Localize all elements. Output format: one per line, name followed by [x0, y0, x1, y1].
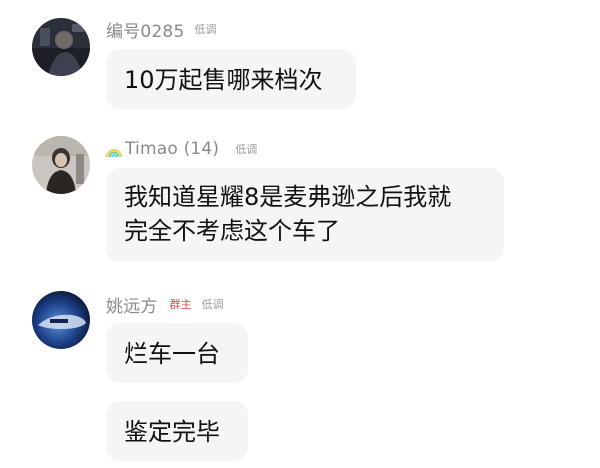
member-tag: 低调	[235, 143, 258, 156]
sender-row: 编号0285 低调	[106, 17, 217, 42]
group-owner-badge: 群主	[169, 298, 192, 311]
sender-row: Timao (14) 低调	[106, 137, 257, 161]
sender-name[interactable]: 编号0285	[106, 17, 184, 42]
message-bubble[interactable]: 烂车一台	[106, 323, 248, 383]
message-bubble[interactable]: 鉴定完毕	[106, 401, 248, 461]
sender-name[interactable]: Timao (14)	[125, 139, 219, 159]
avatar[interactable]	[32, 136, 90, 194]
rainbow-icon	[106, 143, 122, 158]
message-line: 我知道星耀8是麦弗逊之后我就	[124, 183, 452, 211]
member-tag: 低调	[194, 23, 217, 36]
message-bubble[interactable]: 我知道星耀8是麦弗逊之后我就 完全不考虑这个车了	[106, 168, 504, 262]
message-bubble[interactable]: 10万起售哪来档次	[106, 49, 356, 109]
message-line: 完全不考虑这个车了	[124, 217, 340, 245]
sender-name[interactable]: 姚远方	[106, 292, 158, 317]
avatar[interactable]	[32, 18, 90, 76]
avatar[interactable]	[32, 291, 90, 349]
sender-row: 姚远方 群主 低调	[106, 292, 224, 317]
member-tag: 低调	[201, 298, 224, 311]
